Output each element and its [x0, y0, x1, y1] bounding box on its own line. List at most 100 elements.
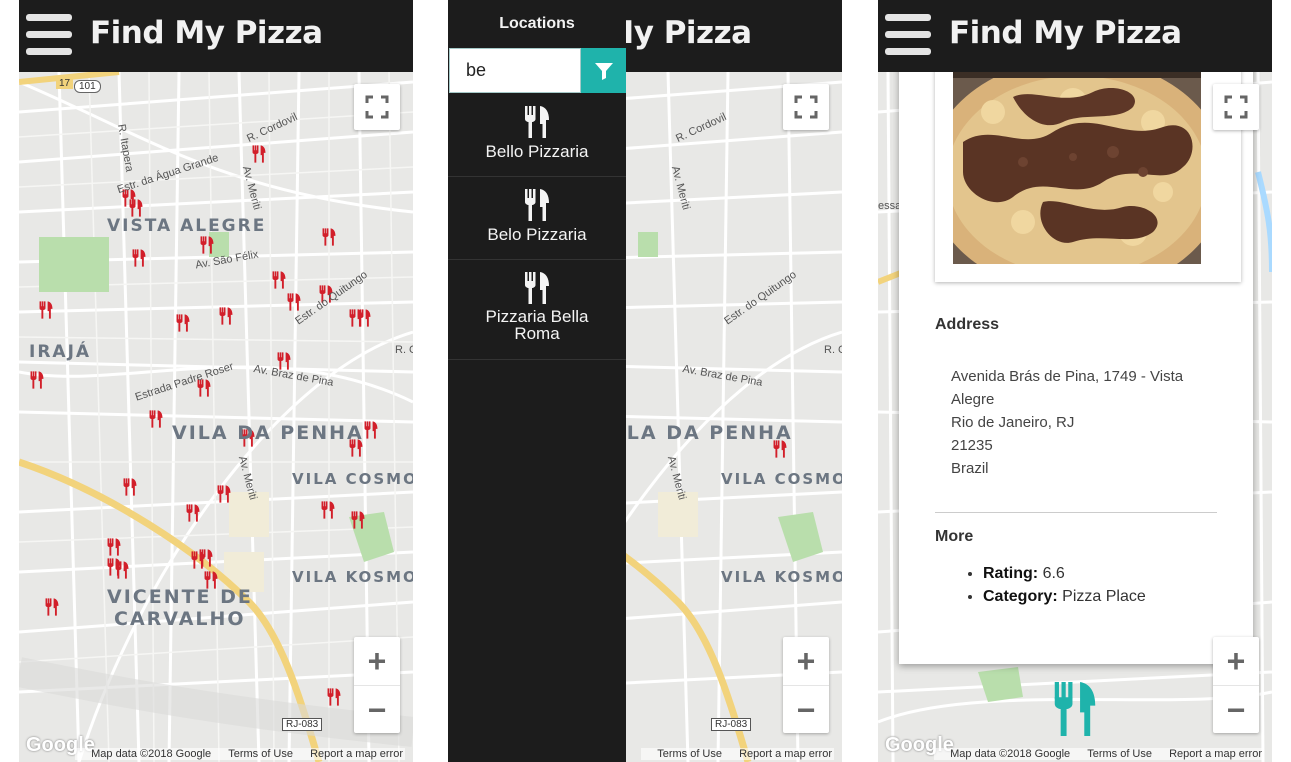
section-divider — [935, 512, 1217, 513]
pizza-marker-icon[interactable] — [322, 227, 336, 247]
pizza-marker-icon[interactable] — [176, 313, 190, 333]
pizza-marker-icon[interactable] — [272, 270, 286, 290]
address-block: Avenida Brás de Pina, 1749 - Vista Alegr… — [951, 365, 1241, 480]
rating-item: Rating: 6.6 — [983, 565, 1146, 583]
pizza-marker-icon[interactable] — [364, 420, 378, 440]
category-label: Category: — [983, 588, 1058, 605]
zoom-in-button[interactable]: + — [354, 637, 400, 686]
road-badge: RJ-083 — [282, 718, 323, 731]
neighborhood-label: VILA DA PENHA — [172, 422, 364, 444]
street-label: R. C — [395, 344, 413, 356]
report-error-link[interactable]: Report a map error — [1169, 748, 1262, 760]
map-attribution: Map data ©2018 Google Terms of Use Repor… — [934, 748, 1264, 760]
map-panel-sidebar-open: Find My Pizza VILA DA PENHA VILA COSMOS … — [448, 0, 842, 762]
neighborhood-label: CARVALHO — [114, 608, 246, 630]
pizza-marker-icon[interactable] — [186, 503, 200, 523]
location-item-pizzaria-bella-roma[interactable]: Pizzaria Bella Roma — [448, 260, 626, 360]
info-window: Address Avenida Brás de Pina, 1749 - Vis… — [899, 60, 1253, 664]
hamburger-menu-icon[interactable] — [885, 14, 931, 56]
zoom-out-button[interactable]: − — [354, 686, 400, 734]
fullscreen-button[interactable] — [354, 84, 400, 130]
report-error-link[interactable]: Report a map error — [310, 748, 403, 760]
utensils-icon — [525, 272, 549, 304]
fullscreen-icon — [1224, 95, 1248, 119]
address-line: Alegre — [951, 391, 995, 408]
pizza-marker-icon[interactable] — [327, 687, 341, 707]
map-attribution: Map data ©2018 Google Terms of Use Repor… — [75, 748, 405, 760]
more-heading: More — [935, 528, 974, 545]
pizza-marker-icon[interactable] — [129, 198, 143, 218]
pizza-marker-icon[interactable] — [200, 235, 214, 255]
pizza-marker-icon[interactable] — [199, 548, 213, 568]
map-panel-main: Find My Pizza VISTA ALEGRE IRAJÁ VILA DA… — [19, 0, 413, 762]
pizza-marker-icon[interactable] — [132, 248, 146, 268]
terms-link[interactable]: Terms of Use — [1087, 748, 1152, 760]
terms-link[interactable]: Terms of Use — [228, 748, 293, 760]
map-data-text: Map data ©2018 Google — [91, 748, 212, 760]
fullscreen-button[interactable] — [783, 84, 829, 130]
location-name: Belo Pizzaria — [487, 225, 587, 244]
zoom-control: + − — [783, 637, 829, 733]
location-item-bello-pizzaria[interactable]: Bello Pizzaria — [448, 94, 626, 177]
address-line: Rio de Janeiro, RJ — [951, 414, 1075, 431]
address-line: Avenida Brás de Pina, 1749 - Vista — [951, 368, 1184, 385]
road-badge: RJ-083 — [711, 718, 752, 731]
address-heading: Address — [935, 316, 1000, 333]
neighborhood-label: VICENTE DE — [107, 586, 253, 608]
location-item-belo-pizzaria[interactable]: Belo Pizzaria — [448, 177, 626, 260]
road-badge: 17 — [56, 78, 74, 89]
pizza-marker-icon[interactable] — [321, 500, 335, 520]
fullscreen-icon — [794, 95, 818, 119]
utensils-icon — [525, 189, 549, 221]
app-title: Find My Pizza — [949, 15, 1182, 51]
venue-photo — [953, 72, 1201, 264]
pizza-marker-icon[interactable] — [219, 306, 233, 326]
neighborhood-label: VILA DA PENHA — [601, 422, 793, 444]
selected-marker-icon[interactable] — [1052, 682, 1098, 736]
pizza-marker-icon[interactable] — [252, 144, 266, 164]
pizza-marker-icon[interactable] — [115, 560, 129, 580]
neighborhood-label: VISTA ALEGRE — [107, 216, 267, 236]
pizza-marker-icon[interactable] — [217, 484, 231, 504]
neighborhood-label: VILA COSMOS — [721, 470, 842, 488]
app-header: Find My Pizza — [19, 0, 413, 72]
location-name: Pizzaria Bella Roma — [485, 307, 589, 343]
locations-sidebar: Locations Bello Pizzaria Belo Pizzaria P… — [448, 0, 626, 762]
neighborhood-label: VILA KOSMOS — [292, 568, 413, 586]
hamburger-menu-icon[interactable] — [26, 14, 72, 56]
location-name: Bello Pizzaria — [485, 142, 589, 161]
zoom-control: + − — [1213, 637, 1259, 733]
filter-button[interactable] — [581, 48, 626, 93]
pizza-marker-icon[interactable] — [351, 510, 365, 530]
pizza-marker-icon[interactable] — [45, 597, 59, 617]
zoom-in-button[interactable]: + — [1213, 637, 1259, 686]
pizza-marker-icon[interactable] — [30, 370, 44, 390]
pizza-marker-icon[interactable] — [123, 477, 137, 497]
zoom-in-button[interactable]: + — [783, 637, 829, 686]
pizza-marker-icon[interactable] — [149, 409, 163, 429]
zoom-out-button[interactable]: − — [1213, 686, 1259, 734]
fullscreen-icon — [365, 95, 389, 119]
terms-link[interactable]: Terms of Use — [657, 748, 722, 760]
fullscreen-button[interactable] — [1213, 84, 1259, 130]
neighborhood-label: VILA COSMOS — [292, 470, 413, 488]
street-label: R. C — [824, 344, 842, 356]
pizza-marker-icon[interactable] — [107, 537, 121, 557]
app-header: Find My Pizza — [878, 0, 1272, 72]
pizza-marker-icon[interactable] — [39, 300, 53, 320]
location-list: Bello Pizzaria Belo Pizzaria Pizzaria Be… — [448, 94, 626, 360]
filter-icon — [594, 62, 613, 80]
zoom-out-button[interactable]: − — [783, 686, 829, 734]
map-data-text: Map data ©2018 Google — [950, 748, 1071, 760]
street-label: essa — [878, 200, 902, 212]
category-item: Category: Pizza Place — [983, 588, 1146, 606]
map-attribution: Terms of Use Report a map error — [641, 748, 834, 760]
filter-input[interactable] — [449, 48, 581, 93]
pizza-marker-icon[interactable] — [287, 292, 301, 312]
zoom-control: + − — [354, 637, 400, 733]
rating-label: Rating: — [983, 565, 1039, 582]
pizza-photo — [953, 72, 1201, 264]
report-error-link[interactable]: Report a map error — [739, 748, 832, 760]
venue-photo-card — [935, 60, 1241, 282]
pizza-marker-icon[interactable] — [357, 308, 371, 328]
